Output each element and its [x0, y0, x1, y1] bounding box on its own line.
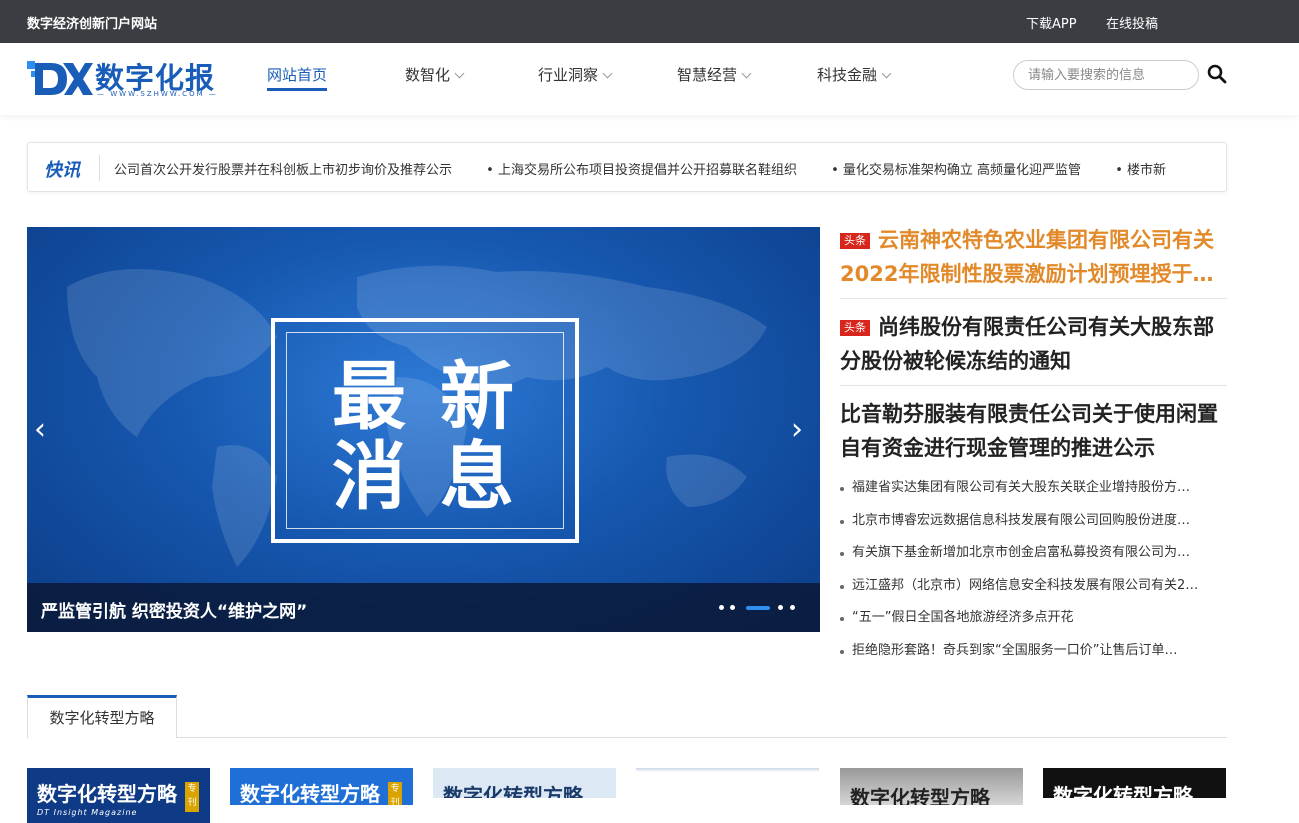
- flash-item[interactable]: 公司首次公开发行股票并在科创板上市初步询价及推荐公示: [114, 159, 452, 178]
- nav-smart-business[interactable]: 智慧经营: [677, 64, 752, 85]
- thumbnail-title: 数字化转型方略: [443, 784, 583, 798]
- nav-label: 科技金融: [817, 66, 878, 84]
- divider: [840, 385, 1227, 386]
- carousel-next-icon[interactable]: ›: [791, 412, 803, 447]
- hero-carousel[interactable]: 最 新 消 息 ‹ › 严监管引航 织密投资人“维护之网”: [27, 227, 820, 632]
- nav-tech-finance[interactable]: 科技金融: [817, 64, 892, 85]
- divider: [99, 155, 100, 181]
- magazine-thumbnail[interactable]: 数字化转型方略 DT Insight Magazine 专刊: [27, 768, 210, 823]
- headline-text: 比音勒芬服装有限责任公司关于使用闲置自有资金进行现金管理的推进公示: [840, 402, 1218, 460]
- headline-badge: 头条: [840, 233, 870, 249]
- carousel-dot[interactable]: [719, 605, 724, 610]
- banner-char: 消: [332, 434, 406, 520]
- flash-item[interactable]: • 上海交易所公布项目投资提倡并公开招募联名鞋组织: [486, 159, 797, 178]
- magazine-thumbnail[interactable]: 数字化转型方略: [1043, 768, 1226, 798]
- search-input[interactable]: [1013, 60, 1199, 90]
- news-list: 福建省实达集团有限公司有关大股东关联企业增持股份方… 北京市博睿宏远数据信息科技…: [840, 476, 1227, 671]
- banner-char: 息: [440, 434, 514, 520]
- site-logo[interactable]: 数字化报 — WWW.SZHWW.COM —: [27, 57, 227, 101]
- carousel-dot-active[interactable]: [746, 605, 770, 610]
- top-bar: 数字经济创新门户网站 下载APP 在线投稿: [0, 0, 1299, 43]
- thumbnail-tag: 专刊: [388, 782, 402, 805]
- list-item[interactable]: 北京市博睿宏远数据信息科技发展有限公司回购股份进度…: [840, 509, 1227, 542]
- thumbnail-title: 数字化转型方略: [37, 782, 177, 806]
- carousel-dot[interactable]: [790, 605, 795, 610]
- headline-badge: 头条: [840, 320, 870, 336]
- nav-label: 行业洞察: [538, 66, 599, 84]
- chevron-down-icon: [741, 68, 752, 79]
- carousel-caption[interactable]: 严监管引航 织密投资人“维护之网”: [41, 597, 307, 622]
- nav-label: 数智化: [405, 66, 451, 84]
- nav-digital-intelligence[interactable]: 数智化: [405, 64, 465, 85]
- divider: [840, 298, 1227, 299]
- headline-text: 尚纬股份有限责任公司有关大股东部分股份被轮候冻结的通知: [840, 315, 1214, 373]
- search-icon[interactable]: [1207, 64, 1227, 84]
- banner-char: 新: [440, 354, 514, 440]
- list-item[interactable]: 福建省实达集团有限公司有关大股东关联企业增持股份方…: [840, 476, 1227, 509]
- dx-logo-icon: [27, 61, 93, 95]
- nav-label: 智慧经营: [677, 66, 738, 84]
- carousel-caption-bar: 严监管引航 织密投资人“维护之网”: [27, 583, 820, 632]
- nav-home[interactable]: 网站首页: [267, 64, 327, 85]
- thumbnail-subtitle: DT Insight Magazine: [37, 808, 138, 817]
- flash-news-bar: 快讯 公司首次公开发行股票并在科创板上市初步询价及推荐公示 • 上海交易所公布项…: [27, 142, 1227, 192]
- magazine-thumbnail[interactable]: 数字化转型方略: [840, 768, 1023, 805]
- carousel-prev-icon[interactable]: ‹: [34, 412, 46, 447]
- chevron-down-icon: [602, 68, 613, 79]
- list-item[interactable]: “五一”假日全国各地旅游经济多点开花: [840, 606, 1227, 639]
- flash-ticker: 公司首次公开发行股票并在科创板上市初步询价及推荐公示 • 上海交易所公布项目投资…: [114, 159, 1196, 178]
- carousel-dot[interactable]: [730, 605, 735, 610]
- headline-item[interactable]: 头条 尚纬股份有限责任公司有关大股东部分股份被轮候冻结的通知: [840, 310, 1227, 378]
- site-name: 数字经济创新门户网站: [27, 17, 158, 32]
- header: 数字化报 — WWW.SZHWW.COM — 网站首页 数智化 行业洞察 智慧经…: [0, 43, 1299, 115]
- headline-text: 云南神农特色农业集团有限公司有关2022年限制性股票激励计划预埋授于…: [840, 228, 1214, 286]
- thumbnail-tag: 专刊: [185, 782, 199, 812]
- chevron-down-icon: [881, 68, 892, 79]
- thumbnail-title: 数字化转型方略: [240, 782, 380, 805]
- thumbnail-title: 数字化转型方略: [1053, 784, 1193, 798]
- flash-item[interactable]: • 量化交易标准架构确立 高频量化迎严监管: [831, 159, 1081, 178]
- list-item[interactable]: 有关旗下基金新增加北京市创金启富私募投资有限公司为…: [840, 541, 1227, 574]
- carousel-dot[interactable]: [778, 605, 783, 610]
- logo-url: — WWW.SZHWW.COM —: [97, 90, 218, 98]
- banner-char: 最: [332, 354, 406, 440]
- tab-digital-transformation[interactable]: 数字化转型方略: [27, 695, 177, 738]
- nav-active-indicator: [267, 88, 327, 91]
- chevron-down-icon: [454, 68, 465, 79]
- thumbnail-title: 数字化转型方略: [850, 786, 990, 805]
- flash-item[interactable]: • 楼市新: [1115, 159, 1166, 178]
- magazine-thumbnail[interactable]: [636, 768, 819, 778]
- headline-item[interactable]: 比音勒芬服装有限责任公司关于使用闲置自有资金进行现金管理的推进公示: [840, 397, 1227, 465]
- magazine-thumbnail[interactable]: 数字化转型方略 专刊: [230, 768, 413, 805]
- flash-title: 快讯: [44, 160, 80, 181]
- download-app-link[interactable]: 下载APP: [1026, 13, 1077, 32]
- headline-item[interactable]: 头条 云南神农特色农业集团有限公司有关2022年限制性股票激励计划预埋授于…: [840, 223, 1227, 291]
- list-item[interactable]: 远江盛邦（北京市）网络信息安全科技发展有限公司有关2…: [840, 574, 1227, 607]
- magazine-thumbnail[interactable]: 数字化转型方略: [433, 768, 616, 798]
- submit-article-link[interactable]: 在线投稿: [1106, 13, 1158, 32]
- section-divider: [27, 737, 1227, 738]
- list-item[interactable]: 拒绝隐形套路！奇兵到家“全国服务一口价”让售后订单…: [840, 639, 1227, 672]
- headline-frame-inner: [286, 332, 564, 529]
- nav-industry-insight[interactable]: 行业洞察: [538, 64, 613, 85]
